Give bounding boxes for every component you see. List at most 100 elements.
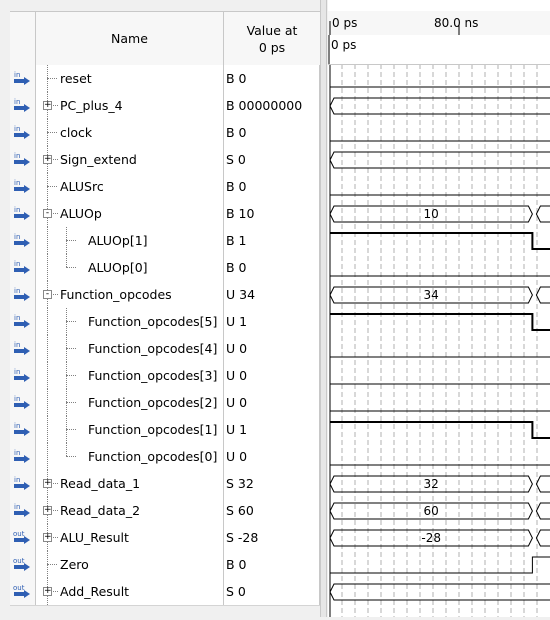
- signal-value-cell[interactable]: U 0: [224, 362, 320, 389]
- signal-name-cell[interactable]: - ALUOp: [36, 200, 224, 227]
- signal-name-cell[interactable]: Function_opcodes[0]: [36, 443, 224, 470]
- signal-value: U 34: [226, 287, 256, 302]
- signal-row[interactable]: in Function_opcodes[1] U 1: [10, 416, 320, 444]
- signal-value-cell[interactable]: B 0: [224, 254, 320, 281]
- signal-name-cell[interactable]: Function_opcodes[2]: [36, 389, 224, 416]
- signal-name-cell[interactable]: ALUSrc: [36, 173, 224, 200]
- signal-row[interactable]: out + Add_Result S 0: [10, 578, 320, 606]
- signal-value: S 32: [226, 476, 254, 491]
- signal-row[interactable]: in + Sign_extend S 0: [10, 146, 320, 174]
- signal-row[interactable]: in - ALUOp B 10: [10, 200, 320, 228]
- signal-value-cell[interactable]: B 0: [224, 551, 320, 578]
- signal-value-cell[interactable]: S 0: [224, 578, 320, 605]
- expand-icon[interactable]: +: [43, 101, 52, 110]
- svg-text:out: out: [13, 584, 25, 592]
- signal-row[interactable]: in - Function_opcodes U 34: [10, 281, 320, 309]
- signal-list-pane: Name Value at 0 ps in reset B 0 in + PC_plus_…: [0, 0, 321, 617]
- signal-row[interactable]: in Function_opcodes[2] U 0: [10, 389, 320, 417]
- signal-row[interactable]: out Zero B 0: [10, 551, 320, 579]
- signal-row[interactable]: in + Read_data_1 S 32: [10, 470, 320, 498]
- signal-value-cell[interactable]: U 1: [224, 416, 320, 443]
- signal-row[interactable]: in ALUOp[0] B 0: [10, 254, 320, 282]
- signal-value-cell[interactable]: B 1: [224, 227, 320, 254]
- waveform-canvas[interactable]: 10 34 32 60 -28: [328, 0, 550, 617]
- signal-name: Function_opcodes[1]: [88, 422, 218, 437]
- signal-value-cell[interactable]: U 0: [224, 335, 320, 362]
- signal-row[interactable]: in reset B 0: [10, 65, 320, 93]
- expand-icon[interactable]: +: [43, 479, 52, 488]
- signal-value: S -28: [226, 530, 259, 545]
- signal-row[interactable]: in clock B 0: [10, 119, 320, 147]
- signal-name-cell[interactable]: + Read_data_1: [36, 470, 224, 497]
- signal-name: ALUOp[0]: [88, 260, 148, 275]
- signal-name-cell[interactable]: ALUOp[1]: [36, 227, 224, 254]
- signal-value-cell[interactable]: U 34: [224, 281, 320, 308]
- signal-value-cell[interactable]: B 00000000: [224, 92, 320, 119]
- signal-value-cell[interactable]: B 0: [224, 119, 320, 146]
- tree-line: [66, 321, 76, 322]
- signal-name-cell[interactable]: Function_opcodes[1]: [36, 416, 224, 443]
- expand-icon[interactable]: +: [43, 587, 52, 596]
- svg-text:in: in: [14, 179, 20, 187]
- signal-name-cell[interactable]: Function_opcodes[5]: [36, 308, 224, 335]
- bus-waveform: [535, 286, 550, 304]
- signal-value-cell[interactable]: S -28: [224, 524, 320, 551]
- signal-row[interactable]: out + ALU_Result S -28: [10, 524, 320, 552]
- tree-line: [53, 510, 58, 511]
- signal-value-cell[interactable]: S 32: [224, 470, 320, 497]
- signal-value-cell[interactable]: U 0: [224, 443, 320, 470]
- signal-name-cell[interactable]: Function_opcodes[3]: [36, 362, 224, 389]
- signal-row[interactable]: in Function_opcodes[0] U 0: [10, 443, 320, 471]
- signal-row[interactable]: in ALUSrc B 0: [10, 173, 320, 201]
- signal-name-cell[interactable]: + PC_plus_4: [36, 92, 224, 119]
- signal-value-cell[interactable]: S 0: [224, 146, 320, 173]
- time-ruler[interactable]: 0 ps 80.0 ns: [328, 11, 550, 36]
- bus-waveform: [535, 475, 550, 493]
- signal-name-cell[interactable]: + Add_Result: [36, 578, 224, 605]
- expand-icon[interactable]: +: [43, 533, 52, 542]
- tree-line: [47, 186, 57, 187]
- signal-name-cell[interactable]: - Function_opcodes: [36, 281, 224, 308]
- signal-name-cell[interactable]: + Sign_extend: [36, 146, 224, 173]
- input-pin-icon: in: [10, 173, 36, 200]
- signal-value: B 00000000: [226, 98, 303, 113]
- signal-value-cell[interactable]: U 1: [224, 308, 320, 335]
- svg-text:out: out: [13, 530, 25, 538]
- signal-value: U 0: [226, 449, 248, 464]
- signal-row[interactable]: in Function_opcodes[4] U 0: [10, 335, 320, 363]
- signal-value-cell[interactable]: B 0: [224, 65, 320, 92]
- signal-value-cell[interactable]: U 0: [224, 389, 320, 416]
- signal-value-cell[interactable]: B 0: [224, 173, 320, 200]
- signal-value-cell[interactable]: B 10: [224, 200, 320, 227]
- expand-icon[interactable]: +: [43, 155, 52, 164]
- signal-name-cell[interactable]: clock: [36, 119, 224, 146]
- signal-row[interactable]: in Function_opcodes[5] U 1: [10, 308, 320, 336]
- svg-text:in: in: [14, 98, 20, 106]
- signal-name-cell[interactable]: ALUOp[0]: [36, 254, 224, 281]
- signal-name-cell[interactable]: + Read_data_2: [36, 497, 224, 524]
- input-pin-icon: in: [10, 308, 36, 335]
- tree-line: [47, 308, 48, 335]
- signal-name-cell[interactable]: reset: [36, 65, 224, 92]
- pane-splitter[interactable]: [320, 0, 327, 617]
- signal-row[interactable]: in ALUOp[1] B 1: [10, 227, 320, 255]
- signal-name: Function_opcodes[2]: [88, 395, 218, 410]
- expand-icon[interactable]: +: [43, 506, 52, 515]
- cursor-bar[interactable]: 0 ps: [328, 35, 550, 65]
- svg-text:in: in: [14, 152, 20, 160]
- input-pin-icon: in: [10, 200, 36, 227]
- signal-row[interactable]: in + Read_data_2 S 60: [10, 497, 320, 525]
- signal-name-cell[interactable]: + ALU_Result: [36, 524, 224, 551]
- bus-waveform: [329, 97, 550, 115]
- svg-text:out: out: [13, 557, 25, 565]
- signal-row[interactable]: in + PC_plus_4 B 00000000: [10, 92, 320, 120]
- signal-value-cell[interactable]: S 60: [224, 497, 320, 524]
- tree-line: [53, 294, 58, 295]
- collapse-icon[interactable]: -: [43, 290, 52, 299]
- name-column-header[interactable]: Name: [35, 12, 224, 65]
- signal-name-cell[interactable]: Function_opcodes[4]: [36, 335, 224, 362]
- signal-row[interactable]: in Function_opcodes[3] U 0: [10, 362, 320, 390]
- collapse-icon[interactable]: -: [43, 209, 52, 218]
- value-column-header[interactable]: Value at 0 ps: [224, 12, 321, 65]
- signal-name-cell[interactable]: Zero: [36, 551, 224, 578]
